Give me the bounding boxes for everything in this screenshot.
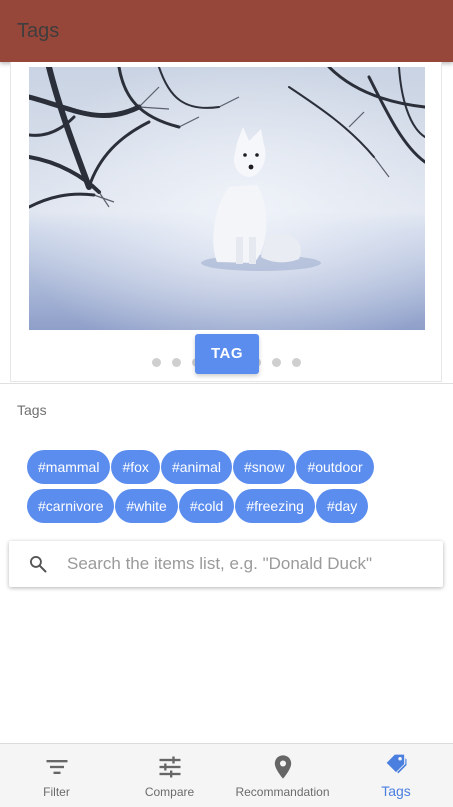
nav-label: Tags [381,783,411,799]
carousel-dot[interactable] [172,358,181,367]
tag-chip[interactable]: #carnivore [27,489,115,523]
tag-chip-row: #mammal #fox #animal #snow #outdoor [27,450,427,484]
bottom-navigation: Filter Compare Recommandation Tags [0,743,453,807]
tag-chip[interactable]: #snow [232,450,296,484]
tag-chip[interactable]: #mammal [27,450,111,484]
tag-chip[interactable]: #white [115,489,178,523]
tag-chip[interactable]: #day [315,489,369,523]
tag-chip[interactable]: #animal [160,450,232,484]
search-input[interactable] [67,541,427,587]
search-bar [9,541,443,587]
nav-item-tags[interactable]: Tags [339,744,453,807]
nav-item-compare[interactable]: Compare [113,744,226,807]
carousel-dot[interactable] [292,358,301,367]
filter-icon [46,760,67,774]
search-icon[interactable] [28,554,48,574]
nav-item-recommandation[interactable]: Recommandation [226,744,339,807]
tags-section-label: Tags [17,402,47,418]
sliders-icon [159,756,180,778]
location-pin-icon [274,755,291,779]
tag-chip-row: #carnivore #white #cold #freezing #day [27,489,427,523]
tag-icon [386,754,407,774]
arctic-fox-image[interactable] [29,67,425,330]
carousel-dot[interactable] [272,358,281,367]
nav-label: Compare [144,785,195,799]
nav-item-filter[interactable]: Filter [0,744,113,807]
tag-chip[interactable]: #fox [111,450,160,484]
tag-chip[interactable]: #cold [178,489,235,523]
tag-chip[interactable]: #freezing [235,489,315,523]
nav-label: Filter [43,785,70,799]
app-bar: Tags [0,0,453,62]
nav-label: Recommandation [235,785,330,799]
divider [0,383,453,384]
tag-chip[interactable]: #outdoor [296,450,374,484]
image-carousel-card: TAG [10,62,442,382]
carousel-dot[interactable] [152,358,161,367]
tag-chip-list: #mammal #fox #animal #snow #outdoor #car… [27,450,427,528]
tag-button[interactable]: TAG [195,334,259,374]
page-title: Tags [17,20,60,42]
